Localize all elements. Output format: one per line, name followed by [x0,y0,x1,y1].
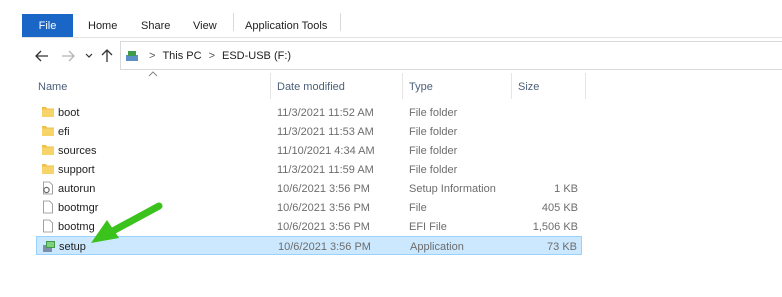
folder-icon [42,164,54,174]
file-size: 73 KB [547,240,577,253]
setup-app-icon [43,241,55,252]
folder-icon [42,145,54,155]
file-name: support [58,163,95,176]
folder-icon [42,126,54,136]
breadcrumb-separator: > [149,49,156,62]
tab-file[interactable]: File [22,14,73,37]
column-header-name[interactable]: Name [38,76,67,98]
tab-home[interactable]: Home [88,14,117,37]
ribbon-divider [233,13,234,31]
folder-icon [42,107,54,117]
file-date: 11/3/2021 11:52 AM [277,106,374,119]
file-row-autorun[interactable]: autorun 10/6/2021 3:56 PM Setup Informat… [36,179,582,198]
file-name: efi [58,125,70,138]
ribbon: File Home Share View Application Tools [0,0,782,37]
tab-view[interactable]: View [193,14,217,37]
file-name: sources [58,144,97,157]
file-date: 10/6/2021 3:56 PM [277,182,370,195]
file-type: EFI File [409,220,447,233]
back-button[interactable] [34,46,50,66]
file-type: File folder [409,144,458,157]
tab-share[interactable]: Share [141,14,170,37]
column-divider[interactable] [270,73,271,99]
file-row-efi[interactable]: efi 11/3/2021 11:53 AM File folder [36,122,582,141]
annotation-arrow-icon [91,202,163,243]
file-date: 11/10/2021 4:34 AM [277,144,375,157]
sort-caret-icon [148,71,158,77]
file-date: 10/6/2021 3:56 PM [277,201,370,214]
file-row-boot[interactable]: boot 11/3/2021 11:52 AM File folder [36,103,582,122]
file-date: 11/3/2021 11:59 AM [277,163,374,176]
file-date: 10/6/2021 3:56 PM [278,240,371,253]
file-size: 1,506 KB [532,220,578,233]
usb-drive-icon [126,50,138,61]
ribbon-border [22,37,782,38]
file-type: File [409,201,427,214]
column-divider[interactable] [402,73,403,99]
up-arrow-icon [101,49,113,62]
file-size: 405 KB [541,201,578,214]
breadcrumb-drive[interactable]: ESD-USB (F:) [222,50,291,62]
file-row-support[interactable]: support 11/3/2021 11:59 AM File folder [36,160,582,179]
recent-locations-button[interactable] [84,46,94,66]
breadcrumb-this-pc[interactable]: This PC [162,50,201,62]
file-type: File folder [409,163,458,176]
file-size: 1 KB [554,182,578,195]
address-bar[interactable]: > This PC > ESD-USB (F:) [120,41,782,70]
back-arrow-icon [35,50,48,62]
file-date: 10/6/2021 3:56 PM [277,220,370,233]
file-type: File folder [409,106,458,119]
file-name: autorun [58,182,96,195]
settings-file-icon [43,181,53,195]
file-type: File folder [409,125,458,138]
file-type: Setup Information [409,182,496,195]
file-icon [43,200,53,214]
breadcrumb-separator: > [208,49,215,62]
forward-arrow-icon [62,50,75,62]
column-header-size[interactable]: Size [518,76,539,98]
chevron-down-icon [85,53,93,58]
file-name: setup [59,240,86,253]
file-date: 11/3/2021 11:53 AM [277,125,374,138]
column-header-date-modified[interactable]: Date modified [277,76,345,98]
file-name: boot [58,106,80,119]
column-divider[interactable] [511,73,512,99]
column-divider[interactable] [585,73,586,99]
column-header-type[interactable]: Type [409,76,433,98]
ribbon-divider [340,13,341,31]
tab-application-tools[interactable]: Application Tools [245,14,327,37]
up-button[interactable] [100,46,114,66]
forward-button[interactable] [60,46,76,66]
file-type: Application [410,240,464,253]
file-row-sources[interactable]: sources 11/10/2021 4:34 AM File folder [36,141,582,160]
file-icon [43,219,53,233]
